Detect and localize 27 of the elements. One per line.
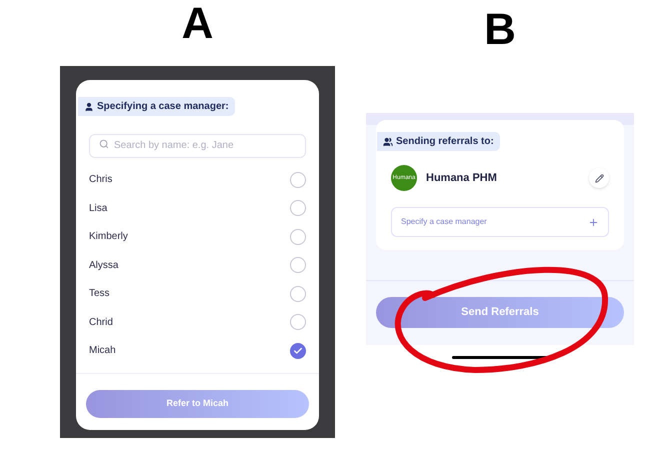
manager-option[interactable]: Lisa <box>76 194 319 222</box>
edit-icon[interactable] <box>589 168 609 188</box>
header-text: Sending referrals to: <box>396 135 494 149</box>
radio-unchecked[interactable] <box>290 314 306 330</box>
header-text: Specifying a case manager: <box>97 100 229 114</box>
radio-unchecked[interactable] <box>290 286 306 302</box>
recipient-name: Humana PHM <box>426 170 498 186</box>
radio-unchecked[interactable] <box>290 257 306 274</box>
manager-option[interactable]: Tess <box>76 280 319 308</box>
panel-label: B <box>484 8 516 52</box>
manager-option[interactable]: Alyssa <box>76 251 319 280</box>
plus-icon <box>588 216 599 228</box>
manager-option[interactable]: Micah <box>76 336 319 365</box>
check-icon <box>293 346 303 356</box>
case-manager-button[interactable]: Specify a case manager <box>391 207 609 237</box>
radio-unchecked[interactable] <box>290 228 306 245</box>
manager-option[interactable]: Chris <box>76 166 319 194</box>
radio-unchecked[interactable] <box>290 172 306 188</box>
radio-checked[interactable] <box>290 342 306 359</box>
group-icon <box>383 136 393 146</box>
search-field[interactable]: Search by name: e.g. Jane <box>89 134 306 158</box>
radio-unchecked[interactable] <box>290 200 306 216</box>
manager-option[interactable]: Chrid <box>76 308 319 336</box>
panel-label: A <box>182 2 214 46</box>
person-icon <box>84 102 94 112</box>
search-icon <box>99 139 109 149</box>
manager-option[interactable]: Kimberly <box>76 222 319 251</box>
